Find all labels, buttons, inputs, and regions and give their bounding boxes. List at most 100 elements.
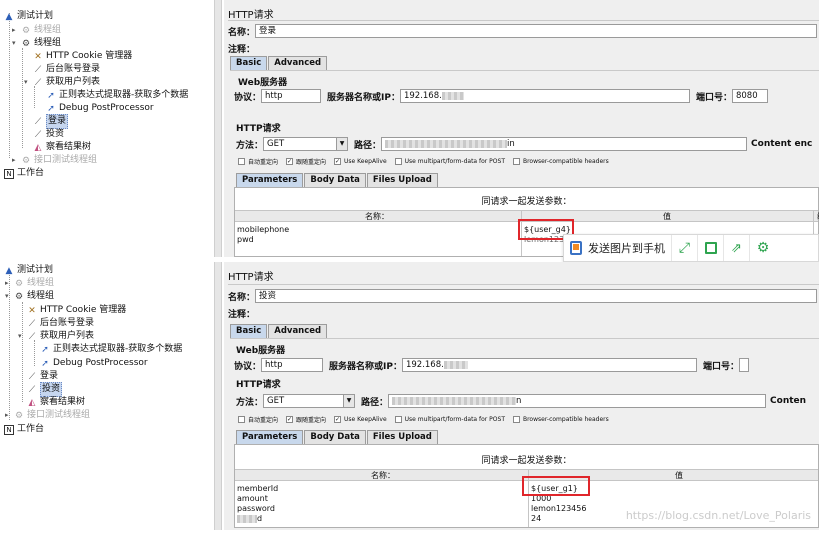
tab-basic[interactable]: Basic	[230, 56, 268, 70]
tree-node-thread-group-disabled[interactable]: ▸ ⚙ 线程组	[12, 24, 61, 37]
tree-node-thread-group[interactable]: ▾ ⚙ 线程组	[5, 290, 54, 303]
top-screenshot: ▲ 测试计划 ▸ ⚙ 线程组 ▾ ⚙ 线程组 ✕ HTTP Cookie 管理器…	[0, 0, 819, 257]
tree-node-test-plan[interactable]: ▲ 测试计划	[4, 10, 53, 23]
protocol-input[interactable]: http	[261, 358, 324, 372]
tree-node-get-users[interactable]: ▾ ⟋ 获取用户列表	[18, 330, 94, 343]
workbench-icon: N	[4, 168, 14, 179]
expand-arrows-icon: ⤢	[678, 240, 691, 256]
expand-icon[interactable]: ▸	[5, 277, 13, 290]
tree-node-regex-extractor[interactable]: ➚ 正则表达式提取器-获取多个数据	[46, 89, 188, 102]
port-input[interactable]	[738, 358, 749, 372]
tab-body-data[interactable]: Body Data	[304, 430, 366, 444]
auto-redirect-checkbox[interactable]: 自动重定向	[238, 157, 278, 166]
tab-body-data[interactable]: Body Data	[304, 173, 366, 187]
fullscreen-button[interactable]: ⤢	[672, 235, 698, 261]
tree-node-view-results-tree[interactable]: ◭ 察看结果树	[33, 141, 91, 154]
tree-node-admin-login[interactable]: ⟋ 后台账号登录	[27, 317, 94, 330]
name-label: 名称：	[228, 292, 256, 303]
name-input[interactable]: 登录	[255, 24, 817, 38]
extractor-icon: ➚	[41, 358, 49, 369]
port-input[interactable]: 8080	[731, 89, 768, 103]
http-request-panel: HTTP请求 名称： 投资 注释： Basic Advanced Web服务器 …	[224, 262, 819, 530]
test-plan-icon: ▲	[5, 11, 13, 22]
tree-node-admin-login[interactable]: ⟋ 后台账号登录	[33, 63, 100, 76]
tab-files-upload[interactable]: Files Upload	[366, 173, 438, 187]
split-pane-divider[interactable]	[214, 0, 222, 257]
comment-label: 注释：	[228, 310, 256, 320]
send-to-phone-button[interactable]: 发送图片到手机	[564, 235, 672, 261]
tab-parameters[interactable]: Parameters	[236, 430, 304, 444]
server-input[interactable]: 192.168.	[401, 358, 697, 372]
tree-node-view-results-tree[interactable]: ◭ 察看结果树	[27, 396, 85, 409]
path-input[interactable]: in	[381, 137, 748, 151]
tab-basic[interactable]: Basic	[230, 324, 268, 338]
name-input[interactable]: 投资	[255, 289, 817, 303]
expand-icon[interactable]: ▸	[5, 409, 13, 422]
name-row: 名称： 投资	[228, 289, 819, 303]
expand-icon[interactable]: ▸	[12, 24, 20, 37]
split-pane-divider[interactable]	[214, 262, 222, 530]
tree-node-api-thread-group[interactable]: ▸ ⚙ 接口测试线程组	[5, 409, 90, 422]
method-label: 方法：	[236, 140, 264, 151]
tree-node-invest[interactable]: ⟋ 投资	[27, 382, 63, 397]
multipart-checkbox[interactable]: Use multipart/form-data for POST	[394, 416, 505, 423]
sampler-icon: ⟋	[28, 384, 36, 395]
auto-redirect-checkbox[interactable]: 自动重定向	[238, 415, 278, 424]
path-label: 路径：	[354, 140, 382, 151]
tree-node-thread-group[interactable]: ▾ ⚙ 线程组	[12, 37, 61, 50]
settings-button[interactable]: ⚙	[750, 235, 776, 261]
server-label: 服务器名称或IP：	[329, 361, 402, 372]
tab-advanced[interactable]: Advanced	[268, 56, 328, 70]
tree-node-cookie-manager[interactable]: ✕ HTTP Cookie 管理器	[33, 50, 132, 63]
collapse-icon[interactable]: ▾	[5, 290, 13, 303]
sampler-icon: ⟋	[34, 116, 42, 127]
method-select[interactable]: GET ▼	[263, 137, 349, 151]
tree-node-login[interactable]: ⟋ 登录	[33, 114, 69, 129]
tab-files-upload[interactable]: Files Upload	[366, 430, 438, 444]
extractor-icon: ➚	[47, 103, 55, 114]
body-tabs: Parameters Body Data Files Upload	[236, 430, 439, 444]
expand-icon[interactable]: ▸	[12, 154, 20, 167]
config-tabs: Basic Advanced	[230, 324, 328, 338]
server-input[interactable]: 192.168.	[399, 89, 690, 103]
browser-headers-checkbox[interactable]: Browser-compatible headers	[512, 416, 609, 423]
tab-advanced[interactable]: Advanced	[268, 324, 328, 338]
multipart-checkbox[interactable]: Use multipart/form-data for POST	[394, 158, 505, 165]
redacted-region	[385, 139, 508, 148]
collapse-icon[interactable]: ▾	[18, 330, 26, 343]
tree-node-api-thread-group[interactable]: ▸ ⚙ 接口测试线程组	[12, 154, 97, 167]
tree-node-regex-extractor[interactable]: ➚ 正则表达式提取器-获取多个数据	[40, 343, 182, 356]
column-header-name: 名称：	[371, 471, 395, 480]
method-select[interactable]: GET ▼	[263, 394, 356, 408]
options-row: 自动重定向 ✓ 跟随重定向 ✓ Use KeepAlive Use multipar…	[238, 157, 617, 166]
follow-redirect-checkbox[interactable]: ✓ 跟随重定向	[286, 415, 326, 424]
tree-node-workbench[interactable]: N 工作台	[4, 167, 44, 180]
tree-node-debug-postprocessor[interactable]: ➚ Debug PostProcessor	[40, 357, 147, 370]
save-button[interactable]	[698, 235, 724, 261]
keepalive-checkbox[interactable]: ✓ Use KeepAlive	[334, 158, 387, 165]
tab-parameters[interactable]: Parameters	[236, 173, 304, 187]
share-icon: ⇗	[731, 240, 742, 256]
tree-node-workbench[interactable]: N 工作台	[4, 423, 44, 436]
gear-icon: ⚙	[21, 155, 31, 166]
share-button[interactable]: ⇗	[724, 235, 750, 261]
save-icon	[704, 242, 717, 254]
tree-node-get-users[interactable]: ▾ ⟋ 获取用户列表	[24, 76, 100, 89]
protocol-label: 协议：	[234, 361, 262, 372]
path-value: n	[516, 396, 522, 406]
tree-node-test-plan[interactable]: ▲ 测试计划	[4, 264, 53, 277]
path-input[interactable]: n	[388, 394, 767, 408]
name-label: 名称：	[228, 27, 256, 38]
collapse-icon[interactable]: ▾	[24, 76, 32, 89]
follow-redirect-checkbox[interactable]: ✓ 跟随重定向	[286, 157, 326, 166]
column-header-value: 值	[663, 212, 671, 221]
keepalive-checkbox[interactable]: ✓ Use KeepAlive	[334, 416, 387, 423]
protocol-input[interactable]: http	[261, 89, 322, 103]
browser-headers-checkbox[interactable]: Browser-compatible headers	[512, 158, 609, 165]
tree-node-cookie-manager[interactable]: ✕ HTTP Cookie 管理器	[27, 304, 126, 317]
params-title: 同请求一起发送参数：	[481, 456, 572, 466]
tree-node-invest[interactable]: ⟋ 投资	[33, 128, 64, 141]
tree-node-thread-group-disabled[interactable]: ▸ ⚙ 线程组	[5, 277, 54, 290]
web-server-heading: Web服务器	[236, 75, 290, 88]
collapse-icon[interactable]: ▾	[12, 37, 20, 50]
